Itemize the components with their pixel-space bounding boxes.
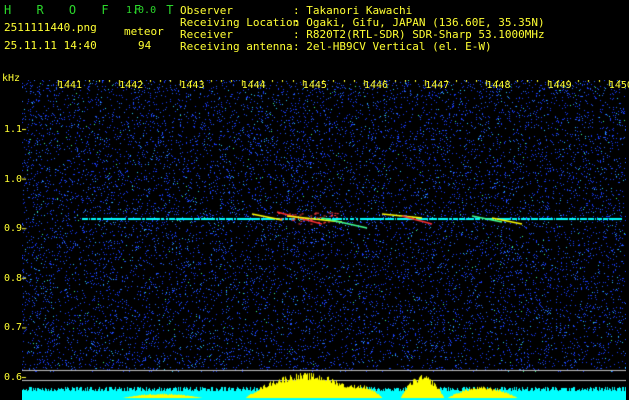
- x-tick-label: 1446: [364, 80, 389, 91]
- x-tick-label: 1444: [241, 80, 266, 91]
- x-tick-label: 1447: [425, 80, 450, 91]
- mode-label: meteor: [124, 25, 164, 38]
- spectrogram-canvas: [22, 80, 626, 400]
- x-tick-label: 1449: [547, 80, 572, 91]
- hrofft-window: H R O F F T 1.0.0 2511111440.png 25.11.1…: [0, 0, 629, 400]
- x-tick-label: 1450: [608, 80, 629, 91]
- x-tick-label: 1442: [119, 80, 144, 91]
- date-time: 25.11.11 14:40: [4, 39, 97, 52]
- y-tick-label: 1.1: [4, 124, 23, 135]
- x-tick-label: 1441: [58, 80, 83, 91]
- meteor-count: 94: [138, 39, 152, 52]
- y-tick-label: 1.0: [4, 174, 23, 185]
- x-tick-label: 1448: [486, 80, 511, 91]
- y-tick-label: 0.6: [4, 372, 23, 383]
- y-tick-label: 0.8: [4, 273, 23, 284]
- antenna-value: : 2el-HB9CV Vertical (el. E-W): [293, 40, 492, 53]
- y-tick-label: 0.9: [4, 223, 23, 234]
- antenna-label: Receiving antenna: [180, 40, 293, 53]
- x-tick-label: 1445: [302, 80, 327, 91]
- file-name: 2511111440.png: [4, 21, 97, 34]
- y-axis-unit: kHz: [2, 73, 21, 84]
- app-version: 1.0.0: [126, 5, 157, 16]
- y-tick-label: 0.7: [4, 322, 23, 333]
- x-tick-label: 1443: [180, 80, 205, 91]
